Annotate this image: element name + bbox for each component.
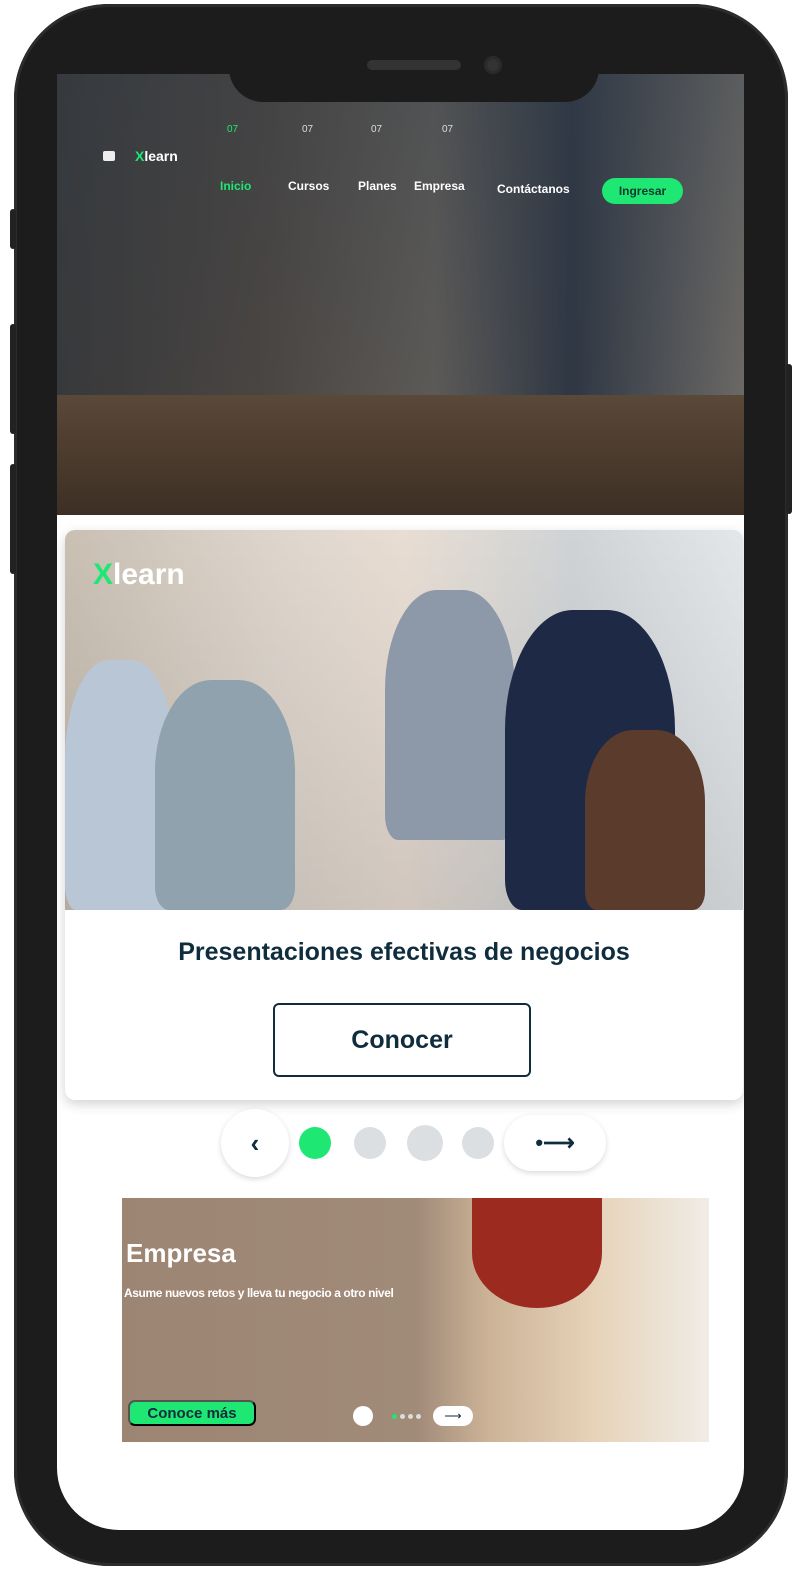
camera [484, 56, 502, 74]
nav-num: 07 [227, 124, 239, 135]
notch [229, 44, 599, 102]
logo-text: learn [144, 148, 178, 164]
logo-x: X [93, 558, 114, 591]
phone-frame: Xlearn 07 07 07 07 Inicio Cursos Planes … [10, 4, 792, 1566]
volume-down-button [10, 464, 16, 574]
nav-empresa[interactable]: Empresa [414, 179, 465, 193]
nav-num: 07 [371, 124, 383, 135]
login-button[interactable]: Ingresar [602, 178, 683, 204]
banner-dot[interactable] [416, 1414, 421, 1419]
banner-photo [472, 1198, 602, 1308]
nav-inicio[interactable]: Inicio [220, 179, 251, 193]
person [585, 730, 705, 910]
screen: Xlearn 07 07 07 07 Inicio Cursos Planes … [57, 74, 744, 1530]
nav-planes[interactable]: Planes [358, 179, 397, 193]
speaker [367, 60, 461, 70]
banner-title: Empresa [126, 1238, 236, 1268]
prev-button[interactable]: ‹ [221, 1109, 289, 1177]
power-button [786, 364, 792, 514]
carousel-dot[interactable] [462, 1127, 494, 1159]
nav-logo[interactable]: Xlearn [135, 148, 178, 164]
conoce-mas-button[interactable]: Conoce más [128, 1400, 256, 1426]
person [155, 680, 295, 910]
carousel-dot-active[interactable] [299, 1127, 331, 1159]
carousel-dot[interactable] [407, 1125, 443, 1161]
nav-cursos[interactable]: Cursos [288, 179, 329, 193]
nav-contactanos[interactable]: Contáctanos [497, 182, 570, 196]
nav-num: 07 [302, 124, 314, 135]
conocer-button[interactable]: Conocer [273, 1003, 531, 1077]
course-image: Xlearn [65, 530, 743, 910]
carousel-dot[interactable] [354, 1127, 386, 1159]
empresa-banner: Empresa Asume nuevos retos y lleva tu ne… [122, 1198, 709, 1442]
hero-image: Xlearn 07 07 07 07 Inicio Cursos Planes … [57, 74, 744, 515]
nav-num: 07 [442, 124, 454, 135]
card-logo: Xlearn [93, 558, 185, 592]
chevron-left-icon: ‹ [250, 1127, 260, 1158]
logo-x: X [135, 148, 145, 164]
hero-floor [57, 395, 744, 515]
banner-dot-active[interactable] [392, 1414, 397, 1419]
banner-dot[interactable] [400, 1414, 405, 1419]
next-button[interactable]: •⟶ [504, 1115, 606, 1171]
course-title: Presentaciones efectivas de negocios [178, 938, 630, 966]
banner-next-button[interactable]: ⟶ [433, 1406, 473, 1426]
course-card: Xlearn Presentaciones efectivas de negoc… [65, 530, 743, 1100]
menu-icon[interactable] [103, 151, 115, 161]
logo-text: learn [113, 558, 185, 591]
volume-up-button [10, 324, 16, 434]
mute-switch [10, 209, 16, 249]
person [385, 590, 515, 840]
arrow-right-icon: ⟶ [444, 1409, 462, 1423]
banner-prev-button[interactable] [353, 1406, 373, 1426]
arrow-right-icon: •⟶ [535, 1130, 575, 1155]
banner-subtitle: Asume nuevos retos y lleva tu negocio a … [124, 1286, 394, 1300]
banner-dot[interactable] [408, 1414, 413, 1419]
